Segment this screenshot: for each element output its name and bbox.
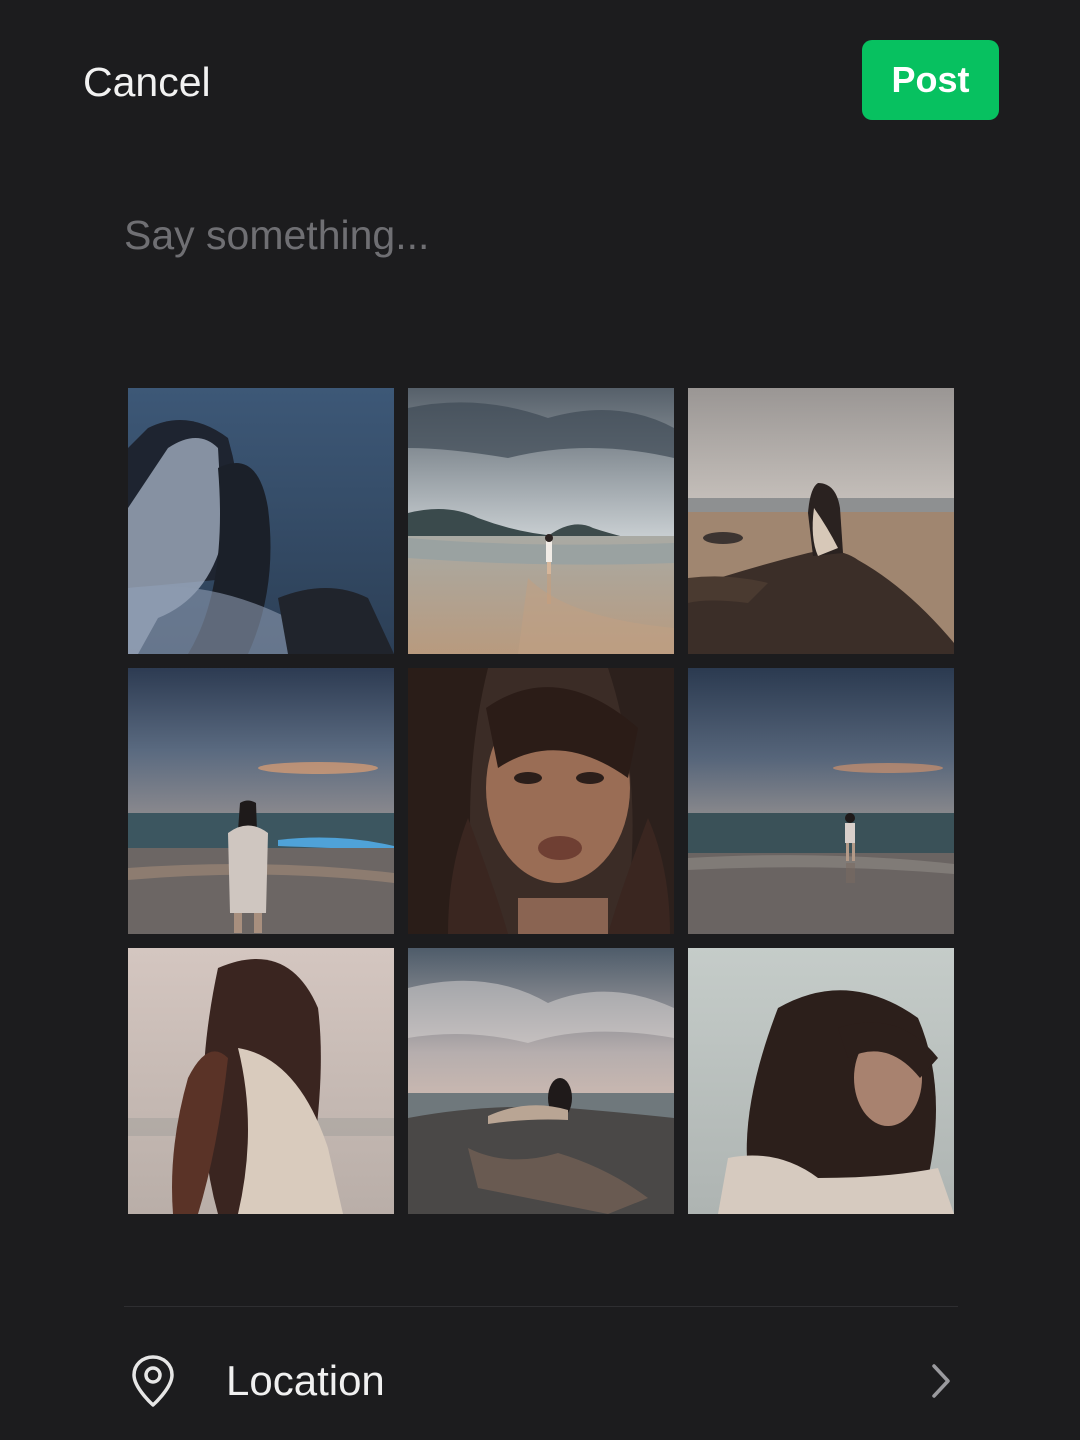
photo-9[interactable] (688, 948, 954, 1214)
map-pin-icon (132, 1355, 174, 1407)
figure-on-rock-image (688, 388, 954, 654)
blurred-portrait-image (128, 388, 394, 654)
photo-grid (128, 388, 954, 1214)
location-row[interactable]: Location (124, 1336, 958, 1426)
divider (124, 1306, 958, 1307)
long-hair-portrait-image (128, 948, 394, 1214)
caption-input[interactable] (124, 200, 954, 270)
photo-2[interactable] (408, 388, 674, 654)
figure-dusk-sea-image (128, 668, 394, 934)
photo-8[interactable] (408, 948, 674, 1214)
compose-post-screen: Cancel Post Say something... Location (0, 0, 1080, 1440)
cancel-button[interactable]: Cancel (83, 54, 211, 110)
face-closeup-image (408, 668, 674, 934)
beach-figure-image (408, 388, 674, 654)
photo-3[interactable] (688, 388, 954, 654)
photo-5[interactable] (408, 668, 674, 934)
chevron-right-icon (932, 1364, 950, 1398)
photo-1[interactable] (128, 388, 394, 654)
figure-walking-shore-image (688, 668, 954, 934)
location-label: Location (226, 1357, 385, 1404)
post-button[interactable]: Post (862, 40, 999, 120)
photo-6[interactable] (688, 668, 954, 934)
photo-7[interactable] (128, 948, 394, 1214)
windblown-portrait-image (688, 948, 954, 1214)
figure-on-rock-lying-image (408, 948, 674, 1214)
photo-4[interactable] (128, 668, 394, 934)
